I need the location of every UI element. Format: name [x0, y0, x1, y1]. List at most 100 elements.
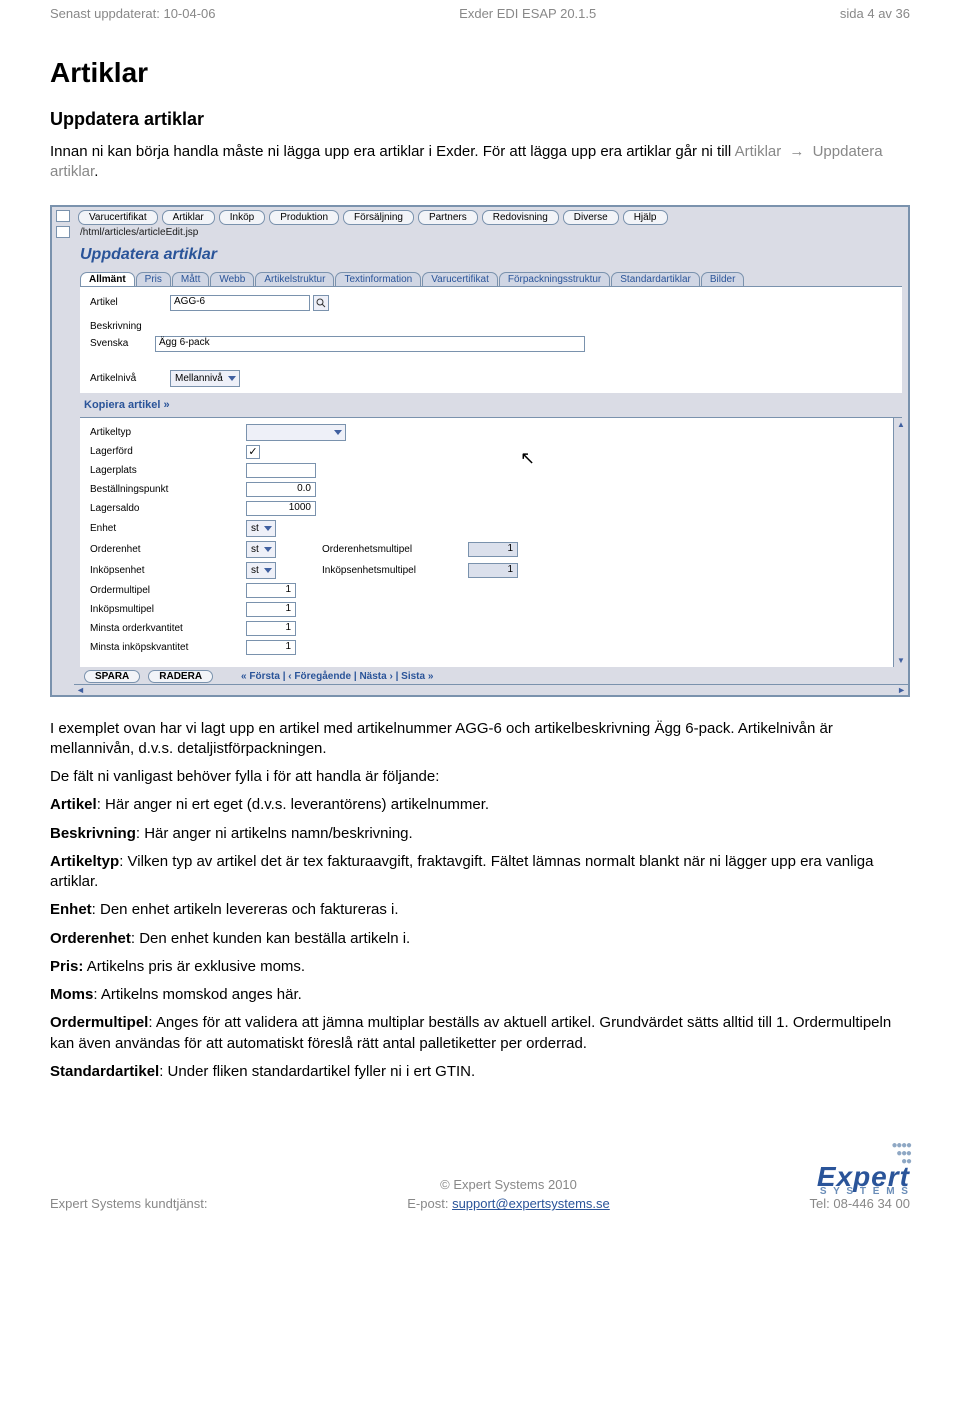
p11-text: : Under fliken standardartikel fyller ni…: [159, 1063, 475, 1080]
grid-label: Lagerförd: [90, 446, 240, 457]
p7: Orderenhet: Den enhet kunden kan beställ…: [50, 929, 910, 949]
radera-button[interactable]: RADERA: [148, 670, 213, 683]
grid-label: Enhet: [90, 523, 240, 534]
p3-text: : Här anger ni ert eget (d.v.s. leverant…: [97, 796, 489, 813]
copyright: © Expert Systems 2010: [407, 1177, 610, 1192]
grid-label: Minsta inköpskvantitet: [90, 642, 240, 653]
scroll-down-icon[interactable]: ▼: [897, 656, 905, 665]
grid-row: Lagerförd ✓: [90, 443, 892, 461]
tab-webb[interactable]: Webb: [210, 272, 254, 286]
menu-partners[interactable]: Partners: [418, 210, 478, 225]
grid-label: Inköpsenhet: [90, 565, 240, 576]
p5-text: : Vilken typ av artikel det är tex faktu…: [50, 853, 873, 890]
p6: Enhet: Den enhet artikeln levereras och …: [50, 900, 910, 920]
footer-tel: Tel: 08-446 34 00: [810, 1196, 910, 1211]
unit-select[interactable]: st: [246, 562, 276, 579]
epost-label: E-post:: [407, 1196, 452, 1211]
menu-hjalp[interactable]: Hjälp: [623, 210, 668, 225]
arrow-icon: →: [789, 143, 804, 160]
grid-row: Lagersaldo 1000: [90, 499, 892, 518]
general-panel: Artikel AGG-6 Beskrivning Svenska Ägg 6-…: [80, 286, 902, 393]
menu-forsaljning[interactable]: Försäljning: [343, 210, 414, 225]
kopiera-link[interactable]: Kopiera artikel »: [74, 393, 908, 417]
grid-label: Ordermultipel: [90, 585, 240, 596]
grid-icon[interactable]: [56, 226, 70, 238]
grid-label: Inköpsmultipel: [90, 604, 240, 615]
grid-label: Lagersaldo: [90, 503, 240, 514]
menu-redovisning[interactable]: Redovisning: [482, 210, 559, 225]
p4: Beskrivning: Här anger ni artikelns namn…: [50, 824, 910, 844]
grid-label: Orderenhet: [90, 544, 240, 555]
artikel-input[interactable]: AGG-6: [170, 295, 310, 311]
tab-matt[interactable]: Mått: [172, 272, 209, 286]
doc-header: Senast uppdaterat: 10-04-06 Exder EDI ES…: [50, 0, 910, 27]
menu-inkop[interactable]: Inköp: [219, 210, 265, 225]
p8-text: Artikelns pris är exklusive moms.: [83, 958, 305, 975]
tab-allmant[interactable]: Allmänt: [80, 272, 135, 286]
menu-varucertifikat[interactable]: Varucertifikat: [78, 210, 158, 225]
tab-forpackningsstruktur[interactable]: Förpackningsstruktur: [499, 272, 610, 286]
grid-label: Artikeltyp: [90, 427, 240, 438]
grid-label: Beställningspunkt: [90, 484, 240, 495]
header-left: Senast uppdaterat: 10-04-06: [50, 6, 216, 21]
tab-standardartiklar[interactable]: Standardartiklar: [611, 272, 700, 286]
grid-number-input[interactable]: 1: [246, 621, 296, 636]
artikel-label: Artikel: [90, 297, 170, 308]
p11: Standardartikel: Under fliken standardar…: [50, 1062, 910, 1082]
grid-number-input[interactable]: 1: [246, 602, 296, 617]
grid-row: Artikeltyp: [90, 422, 892, 443]
p8-bold: Pris:: [50, 958, 83, 975]
scroll-left-icon[interactable]: ◄: [76, 685, 85, 695]
grid-number-input[interactable]: 0.0: [246, 482, 316, 497]
p1: I exemplet ovan har vi lagt upp en artik…: [50, 719, 910, 760]
logo-subtext: S Y S T E M S: [810, 1188, 910, 1196]
tab-bilder[interactable]: Bilder: [701, 272, 745, 286]
p9-bold: Moms: [50, 986, 93, 1003]
hscrollbar[interactable]: ◄ ►: [74, 684, 908, 695]
lagerford-checkbox[interactable]: ✓: [246, 445, 260, 459]
p2: De fält ni vanligast behöver fylla i för…: [50, 767, 910, 787]
p10-bold: Ordermultipel: [50, 1014, 148, 1031]
menubar: Varucertifikat Artiklar Inköp Produktion…: [74, 207, 908, 225]
footer-bar: SPARA RADERA « Första | ‹ Föregående | N…: [74, 667, 908, 684]
intro-link-artiklar: Artiklar: [735, 143, 782, 160]
grid-row: Beställningspunkt 0.0: [90, 480, 892, 499]
grid-number-input[interactable]: 1: [246, 640, 296, 655]
svenska-input[interactable]: Ägg 6-pack: [155, 336, 585, 352]
search-icon[interactable]: [313, 295, 329, 311]
grid-input[interactable]: [246, 463, 316, 478]
menu-produktion[interactable]: Produktion: [269, 210, 339, 225]
nav-links[interactable]: « Första | ‹ Föregående | Nästa › | Sist…: [241, 671, 433, 682]
tab-textinformation[interactable]: Textinformation: [335, 272, 421, 286]
footer-right: ● ● ● ●● ● ●● ● Expert S Y S T E M S Tel…: [810, 1142, 910, 1211]
menu-diverse[interactable]: Diverse: [563, 210, 619, 225]
grid-number-input[interactable]: 1: [246, 583, 296, 598]
mid-value: 1: [468, 542, 518, 557]
unit-select[interactable]: st: [246, 520, 276, 537]
grid-row: Inköpsmultipel 1: [90, 600, 892, 619]
scroll-right-icon[interactable]: ►: [897, 685, 906, 695]
header-center: Exder EDI ESAP 20.1.5: [459, 6, 596, 21]
grid-row: Ordermultipel 1: [90, 581, 892, 600]
spara-button[interactable]: SPARA: [84, 670, 140, 683]
artikeltyp-select[interactable]: [246, 424, 346, 441]
scrollbar[interactable]: ▲ ▼: [893, 418, 908, 667]
tab-artikelstruktur[interactable]: Artikelstruktur: [255, 272, 334, 286]
p6-bold: Enhet: [50, 901, 92, 918]
artikelniva-select[interactable]: Mellannivå: [170, 370, 240, 387]
tab-varucertifikat[interactable]: Varucertifikat: [422, 272, 498, 286]
tab-pris[interactable]: Pris: [136, 272, 171, 286]
unit-select[interactable]: st: [246, 541, 276, 558]
grid-row: Lagerplats: [90, 461, 892, 480]
grid-number-input[interactable]: 1000: [246, 501, 316, 516]
menu-artiklar[interactable]: Artiklar: [162, 210, 215, 225]
p3: Artikel: Här anger ni ert eget (d.v.s. l…: [50, 795, 910, 815]
home-icon[interactable]: [56, 210, 70, 222]
p9: Moms: Artikelns momskod anges här.: [50, 985, 910, 1005]
grid-row: Minsta inköpskvantitet 1: [90, 638, 892, 657]
scroll-up-icon[interactable]: ▲: [897, 420, 905, 429]
intro-paragraph: Innan ni kan börja handla måste ni lägga…: [50, 142, 910, 183]
app-screenshot: Varucertifikat Artiklar Inköp Produktion…: [50, 205, 910, 697]
epost-link[interactable]: support@expertsystems.se: [452, 1196, 610, 1211]
footer-center: © Expert Systems 2010 E-post: support@ex…: [407, 1177, 610, 1211]
